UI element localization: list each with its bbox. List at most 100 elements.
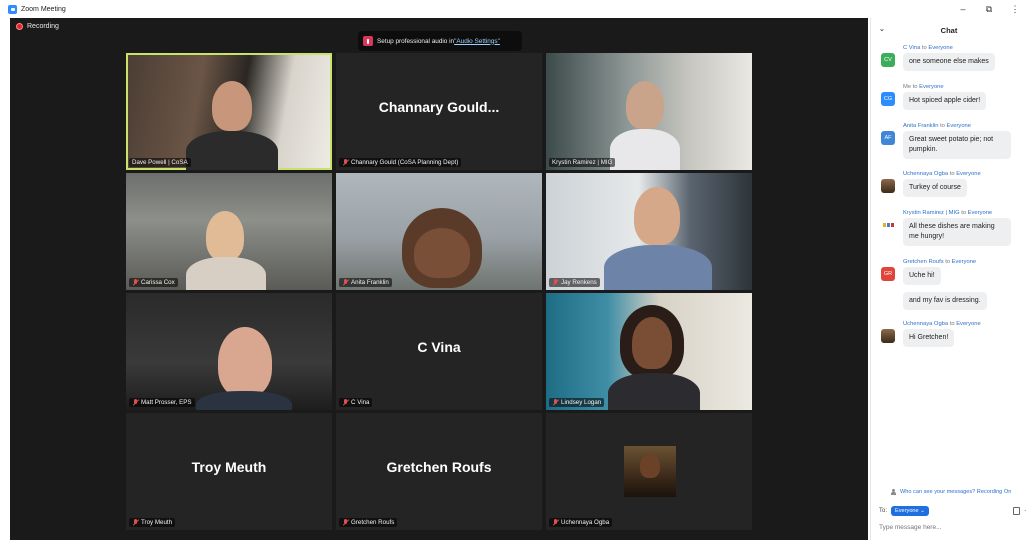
audio-settings-link[interactable]: "Audio Settings"	[454, 38, 500, 45]
video-tile[interactable]: Lindsey Logan	[546, 293, 752, 410]
participant-video	[212, 81, 252, 131]
recipient-row: To: Everyone ⌄	[879, 506, 929, 516]
mic-muted-icon	[552, 399, 559, 406]
video-gallery: Recording Setup professional audio in "A…	[10, 18, 868, 540]
file-icon[interactable]	[1013, 507, 1020, 515]
chat-message-text: Great sweet potato pie; not pumpkin.	[903, 131, 1011, 160]
participant-video-body	[196, 391, 292, 410]
audio-settings-banner[interactable]: Setup professional audio in "Audio Setti…	[358, 31, 522, 51]
video-tile[interactable]: C Vina C Vina	[336, 293, 542, 410]
participant-video-body	[186, 257, 266, 290]
chat-message-header: Uchennaya Ogba to Everyone	[903, 321, 981, 327]
participant-display-name: Troy Meuth	[191, 459, 267, 475]
title-bar: Zoom Meeting – ⧉ ⋮	[0, 0, 1027, 18]
video-tile[interactable]: Dave Powell | CoSA	[126, 53, 332, 170]
zoom-app-icon	[8, 4, 17, 14]
participant-name: Dave Powell | CoSA	[132, 159, 188, 166]
video-tile[interactable]: Jay Renkens	[546, 173, 752, 290]
avatar	[881, 179, 895, 193]
video-tile[interactable]: Gretchen Roufs Gretchen Roufs	[336, 413, 542, 530]
video-tile[interactable]: Krystin Ramirez | MIG	[546, 53, 752, 170]
participant-video-body	[604, 245, 712, 290]
participant-video-face	[632, 317, 672, 369]
participant-profile-photo	[624, 446, 676, 497]
minimize-button[interactable]: –	[957, 4, 969, 14]
participant-label: Gretchen Roufs	[339, 518, 398, 527]
participant-display-name: C Vina	[417, 339, 461, 355]
recording-indicator[interactable]: Recording	[16, 23, 59, 30]
people-icon	[891, 489, 898, 495]
window-controls: – ⧉ ⋮	[957, 0, 1027, 18]
participant-display-name: Gretchen Roufs	[386, 459, 492, 475]
participant-video	[206, 211, 244, 261]
chat-message-header: Krystin Ramirez | MIG to Everyone	[903, 210, 993, 216]
chat-header: ⌄ Chat	[871, 18, 1027, 42]
participant-label: Troy Meuth	[129, 518, 176, 527]
video-tile[interactable]: Anita Franklin	[336, 173, 542, 290]
participant-name: Carissa Cox	[141, 279, 175, 286]
chat-message: Krystin Ramirez | MIG to Everyone All th…	[881, 210, 1026, 247]
participant-name: Jay Renkens	[561, 279, 597, 286]
chat-message-text: one someone else makes	[903, 53, 995, 72]
participant-display-name: Channary Gould...	[378, 99, 500, 115]
participant-video-body	[610, 129, 680, 170]
participant-name: Channary Gould (CoSA Planning Dept)	[351, 159, 459, 166]
recording-icon	[16, 23, 23, 30]
chat-message: Uchennaya Ogba to Everyone Hi Gretchen!	[881, 321, 1026, 348]
chat-message: and my fav is dressing.	[881, 292, 1026, 311]
participant-name: Gretchen Roufs	[351, 519, 395, 526]
chat-message-header: Uchennaya Ogba to Everyone	[903, 171, 981, 177]
restore-button[interactable]: ⧉	[983, 4, 995, 15]
participant-video	[626, 81, 664, 129]
audio-icon	[363, 36, 373, 46]
chat-message: Uchennaya Ogba to Everyone Turkey of cou…	[881, 171, 1026, 198]
chat-message-text: Turkey of course	[903, 179, 967, 198]
chat-title: Chat	[940, 25, 958, 35]
participant-name: Troy Meuth	[141, 519, 173, 526]
chat-message-header: Me to Everyone	[903, 84, 944, 90]
participant-label: Krystin Ramirez | MIG	[549, 158, 616, 167]
chat-message-input[interactable]	[879, 521, 1019, 533]
mic-muted-icon	[342, 159, 349, 166]
video-tile[interactable]: Channary Gould... Channary Gould (CoSA P…	[336, 53, 542, 170]
avatar: GR	[881, 267, 895, 281]
chat-message-header: C Vina to Everyone	[903, 45, 953, 51]
participant-face	[640, 454, 660, 478]
participant-label: Matt Prosser, EPS	[129, 398, 195, 407]
video-tile[interactable]: Troy Meuth Troy Meuth	[126, 413, 332, 530]
participant-name: Krystin Ramirez | MIG	[552, 159, 613, 166]
avatar	[881, 329, 895, 343]
chat-message-text: All these dishes are making me hungry!	[903, 218, 1011, 247]
participant-video-face	[414, 228, 470, 278]
video-tile[interactable]: Uchennaya Ogba	[546, 413, 752, 530]
participant-label: C Vina	[339, 398, 373, 407]
avatar	[881, 218, 895, 232]
chat-message-header: Gretchen Roufs to Everyone	[903, 259, 977, 265]
mic-muted-icon	[132, 399, 139, 406]
video-tile[interactable]: Matt Prosser, EPS	[126, 293, 332, 410]
participant-name: Anita Franklin	[351, 279, 389, 286]
mic-muted-icon	[132, 519, 139, 526]
chat-message: Anita Franklin to Everyone AF Great swee…	[881, 123, 1026, 160]
participant-video	[634, 187, 680, 245]
video-tile[interactable]: Carissa Cox	[126, 173, 332, 290]
participant-name: Matt Prosser, EPS	[141, 399, 192, 406]
recipient-dropdown[interactable]: Everyone ⌄	[891, 506, 929, 516]
chat-message-text: Hot spiced apple cider!	[903, 92, 987, 111]
participant-label: Jay Renkens	[549, 278, 600, 287]
window-title: Zoom Meeting	[21, 5, 66, 13]
chat-message: C Vina to Everyone CV one someone else m…	[881, 45, 1026, 72]
mic-muted-icon	[342, 519, 349, 526]
recording-label: Recording	[27, 23, 59, 30]
avatar: CV	[881, 53, 895, 67]
chat-message: Me to Everyone CG Hot spiced apple cider…	[881, 84, 1026, 111]
mic-muted-icon	[132, 279, 139, 286]
more-options-button[interactable]: ⋮	[1009, 4, 1021, 15]
chat-panel: ⌄ Chat C Vina to Everyone CV one someone…	[870, 18, 1027, 540]
chat-message-text: and my fav is dressing.	[903, 292, 987, 311]
message-privacy-link[interactable]: Who can see your messages? Recording On	[891, 489, 1011, 495]
chat-message-text: Hi Gretchen!	[903, 329, 955, 348]
chevron-down-icon[interactable]: ⌄	[879, 25, 885, 33]
participant-video-body	[186, 131, 278, 170]
participant-video	[218, 327, 272, 397]
